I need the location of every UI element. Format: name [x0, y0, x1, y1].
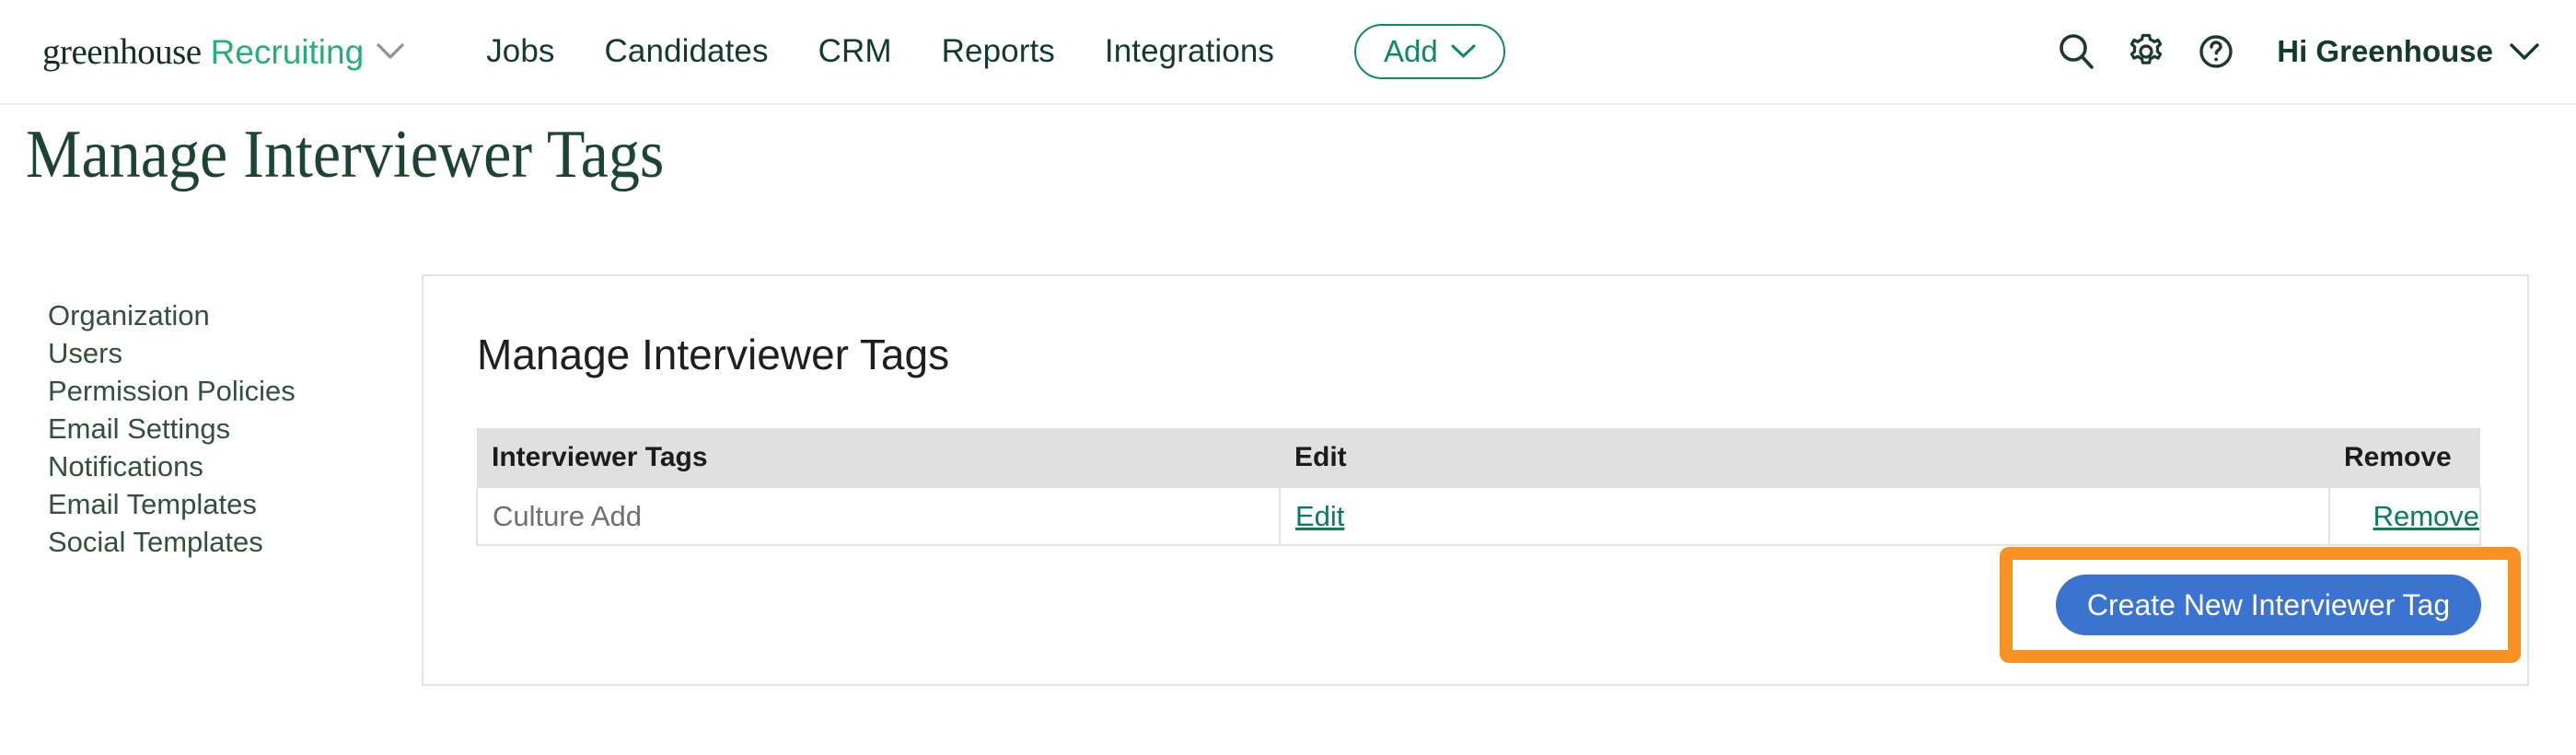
table-row: Culture Add Edit Remove	[476, 488, 2481, 546]
nav-item-jobs[interactable]: Jobs	[461, 33, 579, 70]
nav-item-crm[interactable]: CRM	[794, 33, 917, 70]
cell-edit: Edit	[1279, 488, 2330, 546]
gear-icon[interactable]	[2111, 17, 2181, 87]
sidebar-item-organization[interactable]: Organization	[48, 296, 379, 334]
nav-item-reports[interactable]: Reports	[917, 33, 1080, 70]
brand-name: greenhouse	[42, 31, 202, 72]
sidebar-item-permission-policies[interactable]: Permission Policies	[48, 372, 379, 410]
top-navigation-bar: greenhouse Recruiting Jobs Candidates CR…	[0, 0, 2576, 105]
sidebar-item-social-templates[interactable]: Social Templates	[48, 523, 379, 561]
table-body: Culture Add Edit Remove	[476, 488, 2481, 546]
create-button-label: Create New Interviewer Tag	[2086, 587, 2451, 621]
create-new-interviewer-tag-button[interactable]: Create New Interviewer Tag	[2056, 575, 2481, 635]
user-menu-label: Hi Greenhouse	[2277, 34, 2493, 68]
column-header-remove: Remove	[2329, 428, 2480, 488]
column-header-interviewer-tags: Interviewer Tags	[477, 428, 1280, 488]
brand-logo[interactable]: greenhouse Recruiting	[42, 34, 404, 70]
table-header: Interviewer Tags Edit Remove	[477, 428, 2480, 488]
nav-item-candidates[interactable]: Candidates	[580, 33, 794, 70]
edit-link[interactable]: Edit	[1295, 500, 1344, 532]
settings-sidebar: Organization Users Permission Policies E…	[48, 296, 379, 561]
add-button[interactable]: Add	[1354, 24, 1505, 79]
nav-item-integrations[interactable]: Integrations	[1080, 33, 1299, 70]
help-circle-icon[interactable]	[2181, 17, 2251, 87]
column-header-edit: Edit	[1280, 428, 2329, 488]
card-title: Manage Interviewer Tags	[477, 331, 950, 378]
primary-nav: Jobs Candidates CRM Reports Integrations	[461, 33, 1299, 70]
brand-product: Recruiting	[210, 32, 365, 71]
add-button-label: Add	[1384, 34, 1438, 68]
remove-link[interactable]: Remove	[2373, 500, 2479, 532]
sidebar-item-email-settings[interactable]: Email Settings	[48, 410, 379, 447]
chevron-down-icon	[1451, 44, 1476, 59]
app-root: greenhouse Recruiting Jobs Candidates CR…	[0, 0, 2576, 755]
table-header-row: Interviewer Tags Edit Remove	[477, 428, 2480, 488]
chevron-down-icon	[2510, 42, 2539, 61]
sidebar-item-users[interactable]: Users	[48, 334, 379, 372]
sidebar-item-email-templates[interactable]: Email Templates	[48, 485, 379, 523]
page-title: Manage Interviewer Tags	[26, 117, 665, 192]
nav-right-actions: Hi Greenhouse	[2041, 0, 2539, 103]
interviewer-tags-table: Interviewer Tags Edit Remove Culture Add…	[476, 428, 2481, 546]
user-menu[interactable]: Hi Greenhouse	[2277, 34, 2539, 69]
chevron-down-icon[interactable]	[377, 43, 404, 60]
search-icon[interactable]	[2041, 17, 2111, 87]
sidebar-item-notifications[interactable]: Notifications	[48, 447, 379, 485]
cell-remove: Remove	[2328, 488, 2481, 546]
cell-interviewer-tag: Culture Add	[476, 488, 1281, 546]
